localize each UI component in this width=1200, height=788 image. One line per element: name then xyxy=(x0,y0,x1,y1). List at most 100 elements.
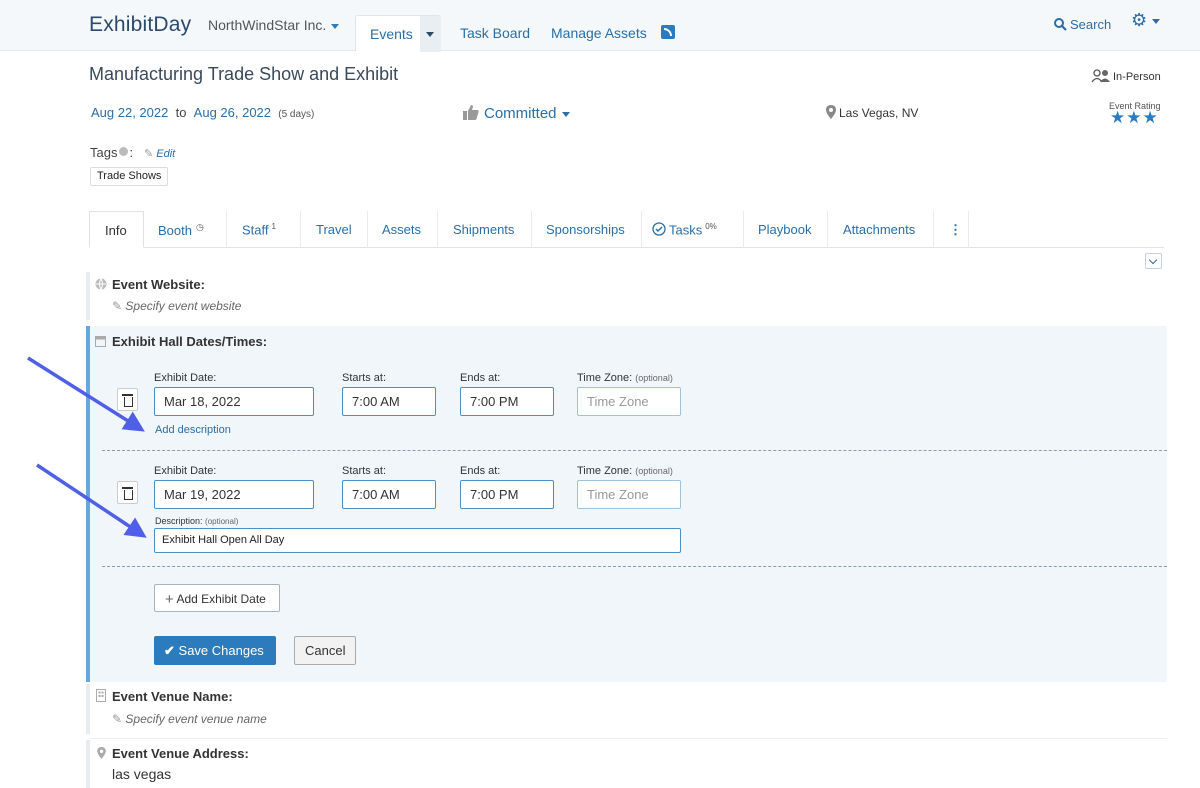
more-tabs-button[interactable]: ⋮ xyxy=(934,211,969,248)
search-button[interactable]: Search xyxy=(1054,17,1111,32)
chevron-down-icon xyxy=(426,32,434,37)
tab-label: Tasks xyxy=(669,222,703,238)
optional-note: (optional) xyxy=(635,466,673,476)
nav-events-tab[interactable]: Events xyxy=(355,15,441,52)
tab-badge: 0% xyxy=(705,222,717,231)
section-indicator xyxy=(86,740,90,788)
map-pin-icon xyxy=(97,746,106,764)
cancel-button[interactable]: Cancel xyxy=(294,636,356,665)
rss-icon[interactable] xyxy=(661,25,675,39)
gear-icon: ⚙ xyxy=(1131,10,1148,30)
event-status-dropdown[interactable]: Committed xyxy=(463,105,570,122)
chevron-down-icon xyxy=(331,23,340,29)
tab-badge: 1 xyxy=(271,222,276,231)
tags-edit-label: Edit xyxy=(156,148,176,160)
tab-staff[interactable]: Staff 1 xyxy=(227,211,301,248)
events-dropdown-button[interactable] xyxy=(420,16,441,52)
exhibit-hall-label: Exhibit Hall Dates/Times: xyxy=(112,334,268,349)
star-icon[interactable]: ★ xyxy=(1110,108,1126,127)
tab-attachments[interactable]: Attachments xyxy=(828,211,934,248)
nav-task-board[interactable]: Task Board xyxy=(460,25,530,41)
tab-assets[interactable]: Assets xyxy=(368,211,438,248)
thumbs-up-icon xyxy=(463,105,479,120)
time-zone-input[interactable]: Time Zone xyxy=(577,387,681,416)
org-name: NorthWindStar Inc. xyxy=(208,17,327,33)
settings-menu-button[interactable]: ⚙ xyxy=(1131,10,1161,31)
delete-date-button[interactable] xyxy=(117,388,138,411)
plus-icon: + xyxy=(165,591,174,608)
exhibit-date-input[interactable]: Mar 19, 2022 xyxy=(154,480,314,509)
time-zone-input[interactable]: Time Zone xyxy=(577,480,681,509)
time-zone-label: Time Zone: (optional) xyxy=(577,372,673,384)
building-icon xyxy=(96,689,106,707)
map-pin-icon xyxy=(826,105,836,119)
event-website-hint: Specify event website xyxy=(125,299,242,313)
event-tabs: Info Booth ◷ Staff 1 Travel Assets Shipmen… xyxy=(89,211,1164,248)
starts-at-label: Starts at: xyxy=(342,465,387,477)
exhibit-date-label: Exhibit Date: xyxy=(154,465,217,477)
event-rating-stars[interactable]: ★★★ xyxy=(1110,108,1159,128)
optional-note: (optional) xyxy=(635,373,673,383)
event-format: In-Person xyxy=(1091,69,1161,83)
tab-playbook[interactable]: Playbook xyxy=(744,211,828,248)
tab-travel[interactable]: Travel xyxy=(301,211,368,248)
save-changes-label: Save Changes xyxy=(178,643,264,658)
vertical-dots-icon: ⋮ xyxy=(949,222,962,237)
info-icon xyxy=(119,147,129,156)
venue-name-label: Event Venue Name: xyxy=(112,689,233,704)
tab-label: Playbook xyxy=(758,222,812,237)
section-indicator xyxy=(86,684,90,734)
ends-at-input[interactable]: 7:00 PM xyxy=(460,387,554,416)
star-icon[interactable]: ★ xyxy=(1126,108,1142,127)
tab-label: Attachments xyxy=(843,222,916,237)
exhibit-date-input[interactable]: Mar 18, 2022 xyxy=(154,387,314,416)
venue-address-value: las vegas xyxy=(112,766,172,782)
entry-divider xyxy=(102,450,1167,451)
end-date-link[interactable]: Aug 26, 2022 xyxy=(194,105,271,120)
pencil-icon: ✎ xyxy=(144,148,154,160)
venue-name-edit[interactable]: ✎ Specify event venue name xyxy=(112,712,267,726)
check-circle-icon xyxy=(652,222,666,236)
tab-booth[interactable]: Booth ◷ xyxy=(144,211,227,248)
chevron-down-icon xyxy=(1152,18,1161,24)
tab-shipments[interactable]: Shipments xyxy=(438,211,532,248)
tab-sponsorships[interactable]: Sponsorships xyxy=(532,211,642,248)
ends-at-label: Ends at: xyxy=(460,465,501,477)
star-icon[interactable]: ★ xyxy=(1143,108,1159,127)
tab-label: Sponsorships xyxy=(546,222,625,237)
time-zone-label-text: Time Zone: xyxy=(577,372,633,384)
org-selector[interactable]: NorthWindStar Inc. xyxy=(208,17,340,33)
starts-at-label: Starts at: xyxy=(342,372,387,384)
add-exhibit-date-button[interactable]: + Add Exhibit Date xyxy=(154,584,280,612)
start-date-link[interactable]: Aug 22, 2022 xyxy=(91,105,168,120)
delete-date-button[interactable] xyxy=(117,481,138,504)
event-location: Las Vegas, NV xyxy=(826,105,918,120)
clock-icon: ◷ xyxy=(195,222,204,232)
tag-chip[interactable]: Trade Shows xyxy=(90,167,169,186)
event-website-label: Event Website: xyxy=(112,277,205,292)
calendar-icon xyxy=(95,334,106,352)
tags-label-text: Tags xyxy=(90,145,118,160)
time-zone-label-text: Time Zone: xyxy=(577,465,633,477)
date-separator: to xyxy=(175,105,187,120)
starts-at-input[interactable]: 7:00 AM xyxy=(342,387,436,416)
ends-at-input[interactable]: 7:00 PM xyxy=(460,480,554,509)
event-location-label: Las Vegas, NV xyxy=(839,106,919,120)
tab-tasks[interactable]: Tasks 0% xyxy=(642,211,744,248)
tags-edit-link[interactable]: ✎ Edit xyxy=(144,147,175,160)
event-website-edit[interactable]: ✎ Specify event website xyxy=(112,299,241,313)
add-description-link[interactable]: Add description xyxy=(155,424,231,436)
search-label: Search xyxy=(1070,17,1112,32)
optional-note: (optional) xyxy=(205,517,239,526)
tab-info[interactable]: Info xyxy=(89,211,144,248)
starts-at-input[interactable]: 7:00 AM xyxy=(342,480,436,509)
save-changes-button[interactable]: ✔ Save Changes xyxy=(154,636,276,665)
collapse-button[interactable] xyxy=(1145,253,1162,269)
search-icon xyxy=(1054,18,1067,31)
nav-manage-assets[interactable]: Manage Assets xyxy=(551,25,647,41)
description-input[interactable]: Exhibit Hall Open All Day xyxy=(154,528,681,553)
chevron-down-icon xyxy=(561,111,570,117)
people-icon xyxy=(1091,69,1110,83)
app-logo[interactable]: ExhibitDay xyxy=(89,13,191,37)
section-indicator xyxy=(86,272,90,320)
